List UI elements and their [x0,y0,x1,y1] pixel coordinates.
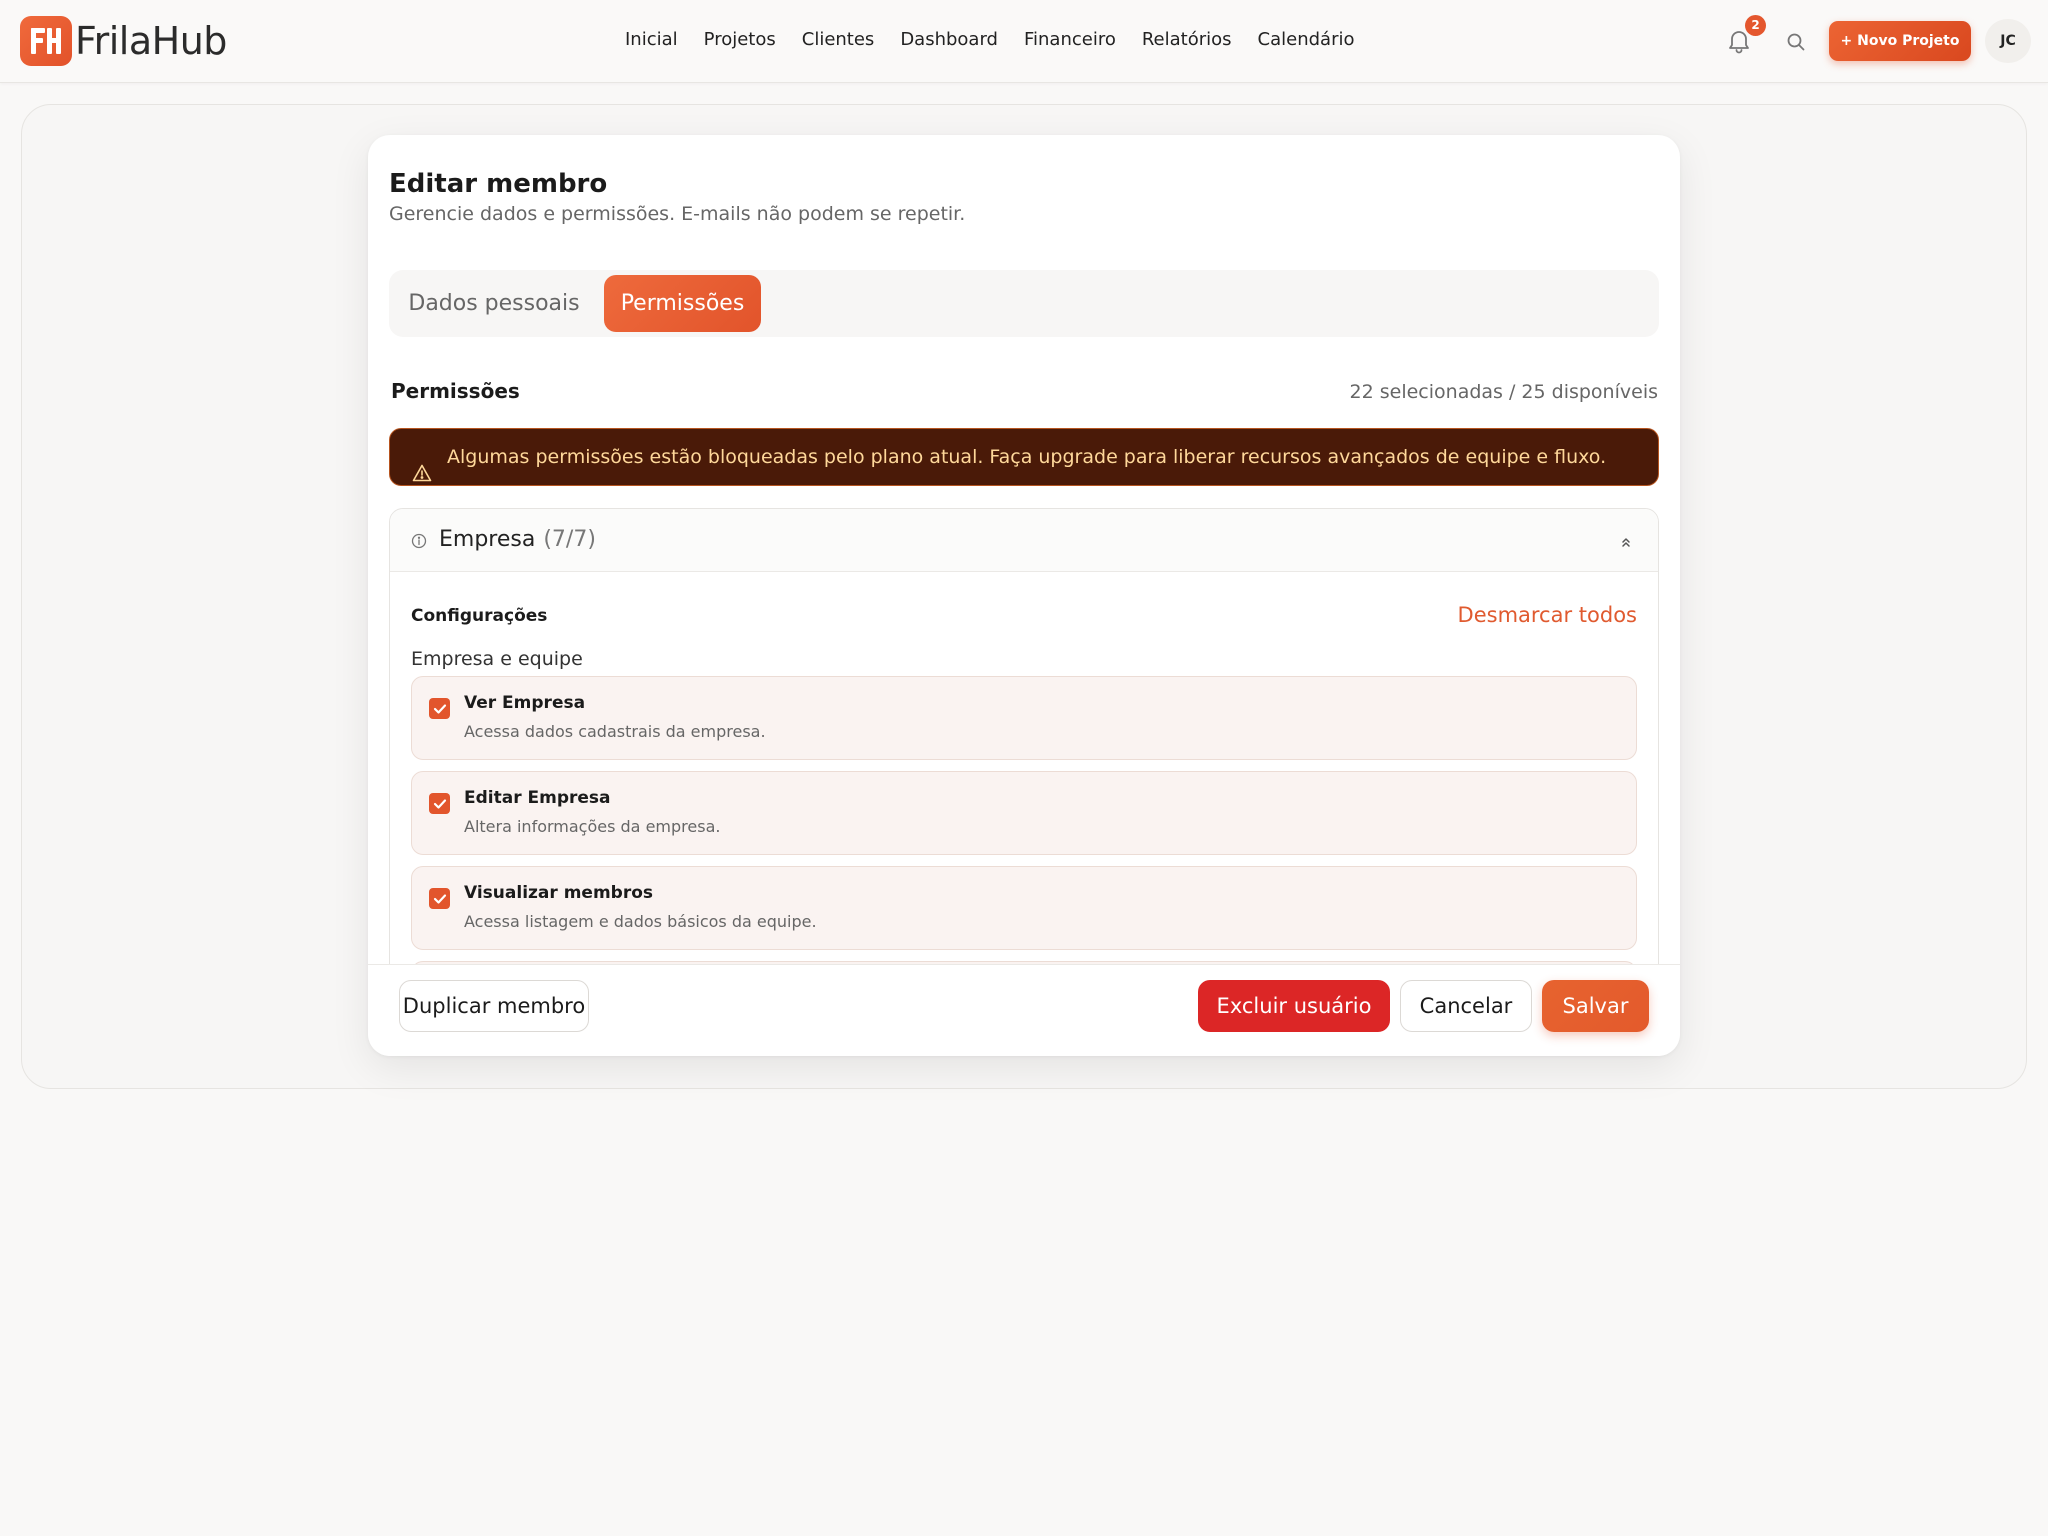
modal-title: Editar membro [389,169,608,199]
permission-group-empresa: Empresa (7/7) Configurações Desmarcar tod… [389,508,1659,1045]
tab-personal-data[interactable]: Dados pessoais [394,275,594,332]
info-icon [411,533,427,549]
checkbox-checked[interactable] [429,793,450,814]
permission-item[interactable]: Editar Empresa Altera informações da emp… [411,771,1637,855]
permission-name: Visualizar membros [464,883,654,903]
permissions-heading: Permissões [391,379,520,403]
delete-user-button[interactable]: Excluir usuário [1198,980,1390,1032]
checkbox-checked[interactable] [429,698,450,719]
logo-mark-icon [20,16,72,66]
nav-item-dashboard[interactable]: Dashboard [887,28,1011,52]
alert-text: Algumas permissões estão bloqueadas pelo… [447,446,1607,468]
tab-permissions[interactable]: Permissões [604,275,761,332]
group-name: Empresa [439,527,536,552]
checkbox-checked[interactable] [429,888,450,909]
permission-description: Acessa listagem e dados básicos da equip… [464,912,817,931]
group-count: (7/7) [543,527,596,552]
permission-description: Altera informações da empresa. [464,817,721,836]
permissions-count: 22 selecionadas / 25 disponíveis [1349,381,1658,403]
main-nav: Inicial Projetos Clientes Dashboard Fina… [612,28,1367,52]
nav-item-financeiro[interactable]: Financeiro [1011,28,1129,52]
uncheck-all-link[interactable]: Desmarcar todos [1458,603,1637,627]
app-name: FrilaHub [75,19,227,63]
new-project-button[interactable]: + Novo Projeto [1829,21,1971,61]
section-label: Configurações [411,606,548,626]
permission-group-title: Empresa (7/7) [439,527,596,552]
nav-item-inicial[interactable]: Inicial [612,28,691,52]
plan-limit-alert: Algumas permissões estão bloqueadas pelo… [389,428,1659,486]
nav-item-relatorios[interactable]: Relatórios [1129,28,1245,52]
permission-name: Ver Empresa [464,693,586,713]
cancel-button[interactable]: Cancelar [1400,980,1532,1032]
nav-item-clientes[interactable]: Clientes [789,28,888,52]
user-avatar[interactable]: JC [1985,19,2031,63]
search-icon[interactable] [1785,31,1807,53]
permission-name: Editar Empresa [464,788,611,808]
edit-member-modal: Editar membro Gerencie dados e permissõe… [368,135,1680,1056]
chevrons-up-icon[interactable] [1619,534,1633,548]
top-navigation-bar: FrilaHub Inicial Projetos Clientes Dashb… [0,0,2048,83]
notification-badge: 2 [1745,15,1766,36]
permission-description: Acessa dados cadastrais da empresa. [464,722,766,741]
nav-item-calendario[interactable]: Calendário [1245,28,1368,52]
modal-tabs: Dados pessoais Permissões [389,270,1659,337]
nav-item-projetos[interactable]: Projetos [691,28,789,52]
subsection-label: Empresa e equipe [411,648,583,670]
duplicate-member-button[interactable]: Duplicar membro [399,980,589,1032]
modal-footer: Duplicar membro Excluir usuário Cancelar… [368,964,1680,1056]
permission-group-header[interactable]: Empresa (7/7) [390,509,1658,572]
save-button[interactable]: Salvar [1542,980,1649,1032]
permission-item[interactable]: Visualizar membros Acessa listagem e dad… [411,866,1637,950]
warning-icon [412,448,432,482]
app-logo[interactable]: FrilaHub [20,16,227,66]
permission-item[interactable]: Ver Empresa Acessa dados cadastrais da e… [411,676,1637,760]
modal-subtitle: Gerencie dados e permissões. E-mails não… [389,203,966,225]
